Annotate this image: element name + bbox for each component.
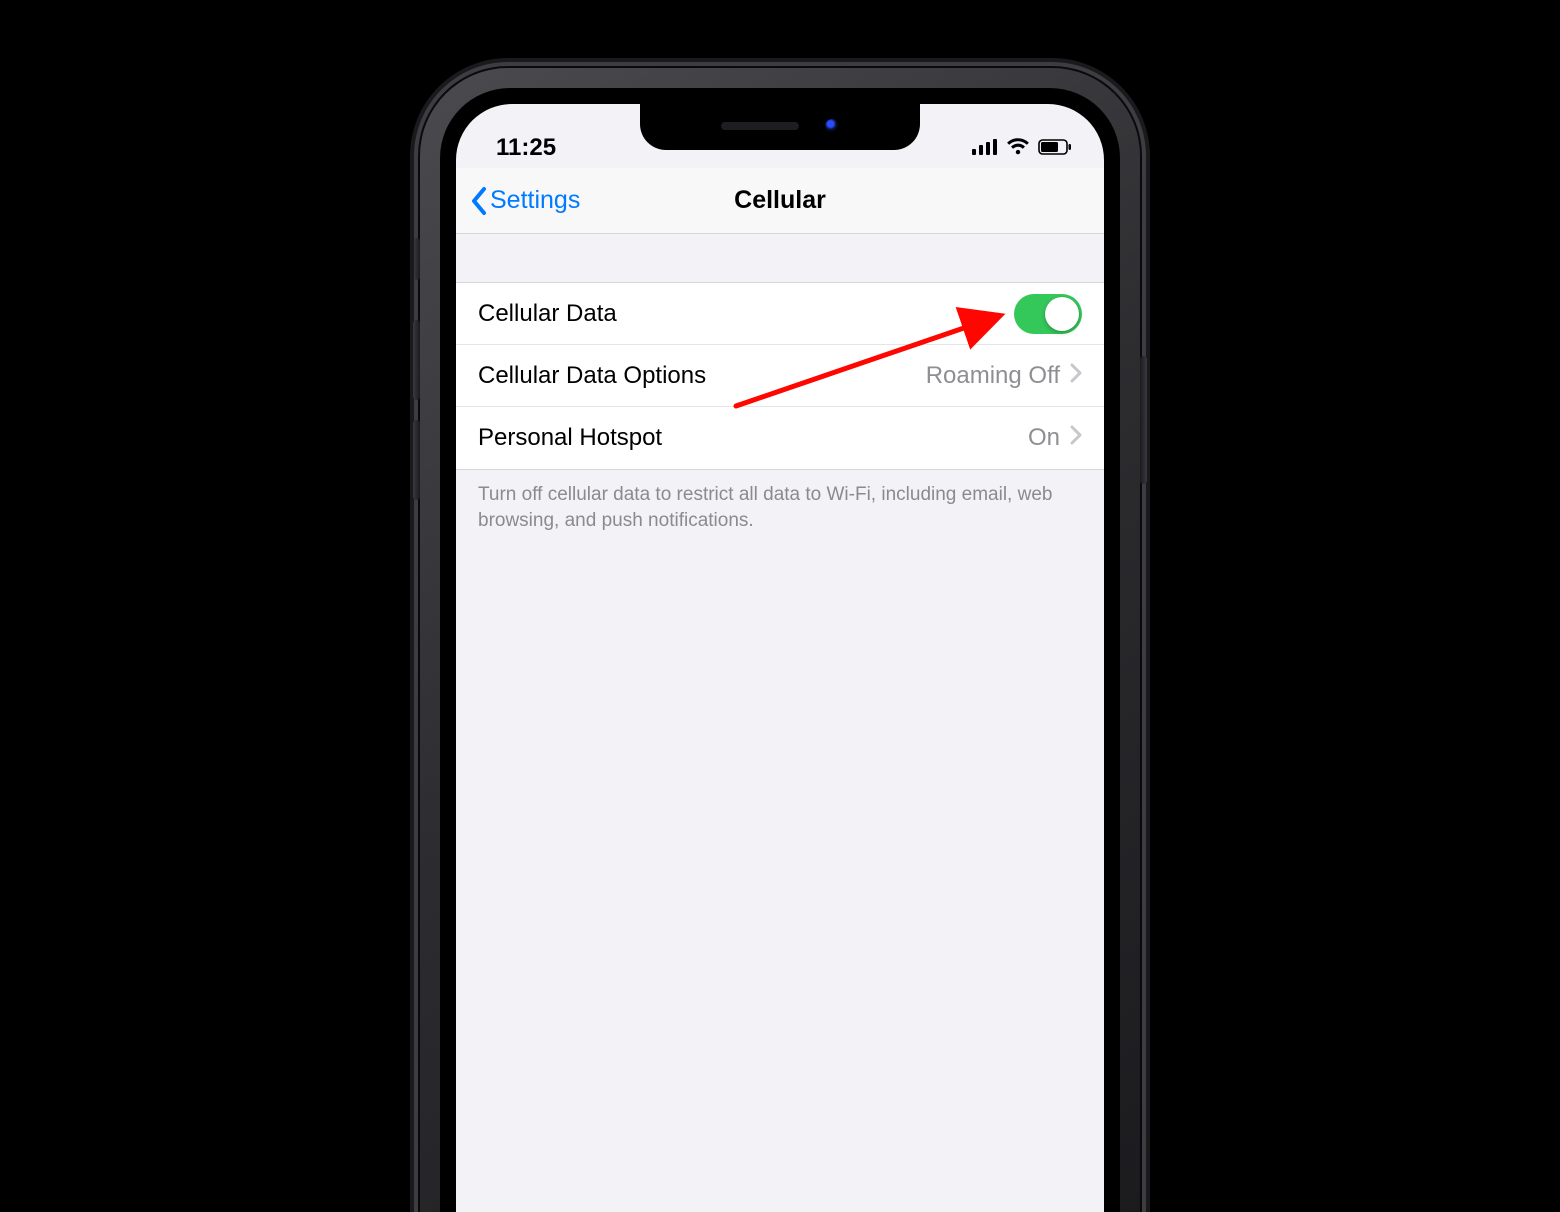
section-footer: Turn off cellular data to restrict all d… (456, 470, 1104, 545)
phone-frame: 11:25 (420, 68, 1140, 1212)
row-label: Cellular Data (478, 300, 1014, 328)
phone-screen: 11:25 (456, 104, 1104, 1212)
row-label: Cellular Data Options (478, 362, 926, 390)
page-title: Cellular (734, 186, 826, 215)
row-label: Personal Hotspot (478, 424, 1028, 452)
toggle-knob (1045, 297, 1079, 331)
chevron-right-icon (1070, 362, 1082, 390)
status-time: 11:25 (496, 134, 556, 162)
settings-group: Cellular Data Cellular Data Options Roam… (456, 282, 1104, 470)
power-button[interactable] (1140, 356, 1147, 484)
notch (640, 104, 920, 150)
mute-switch[interactable] (414, 238, 420, 280)
row-detail: Roaming Off (926, 362, 1060, 390)
row-detail: On (1028, 424, 1060, 452)
volume-up-button[interactable] (413, 320, 420, 400)
earpiece-speaker (721, 122, 799, 130)
battery-icon (1038, 134, 1072, 162)
volume-down-button[interactable] (413, 420, 420, 500)
chevron-left-icon (470, 186, 488, 216)
chevron-right-icon (1070, 424, 1082, 452)
front-camera (825, 119, 839, 133)
nav-bar: Settings Cellular (456, 168, 1104, 234)
back-button[interactable]: Settings (470, 186, 580, 216)
row-cellular-data-options[interactable]: Cellular Data Options Roaming Off (456, 345, 1104, 407)
phone-bezel: 11:25 (440, 88, 1120, 1212)
wifi-icon (1006, 134, 1030, 162)
section-spacer (456, 234, 1104, 282)
cellular-signal-icon (972, 134, 998, 162)
row-personal-hotspot[interactable]: Personal Hotspot On (456, 407, 1104, 469)
back-label: Settings (490, 186, 580, 215)
cellular-data-toggle[interactable] (1014, 294, 1082, 334)
row-cellular-data[interactable]: Cellular Data (456, 283, 1104, 345)
